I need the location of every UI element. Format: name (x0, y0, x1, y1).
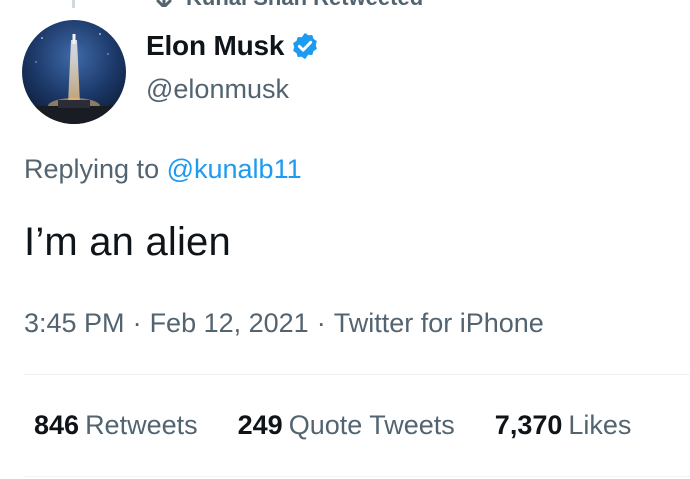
tweet-time[interactable]: 3:45 PM (24, 308, 125, 338)
quote-tweets-label: Quote Tweets (288, 410, 455, 440)
divider (24, 476, 690, 477)
author-handle[interactable]: @elonmusk (146, 74, 289, 105)
retweet-context-label: Kunal Shah Retweeted (186, 0, 423, 11)
tweet-date[interactable]: Feb 12, 2021 (150, 308, 309, 338)
author-display-name[interactable]: Elon Musk (146, 30, 284, 62)
likes-stat[interactable]: 7,370 Likes (495, 410, 632, 441)
replying-to-prefix: Replying to (24, 154, 167, 184)
divider (24, 374, 690, 375)
avatar[interactable] (22, 20, 126, 124)
retweets-stat[interactable]: 846 Retweets (34, 410, 198, 441)
quote-tweets-stat[interactable]: 249 Quote Tweets (238, 410, 455, 441)
retweets-count: 846 (34, 410, 80, 440)
author-name-row[interactable]: Elon Musk (146, 30, 320, 62)
retweets-label: Retweets (85, 410, 198, 440)
tweet-meta: 3:45 PM · Feb 12, 2021 · Twitter for iPhone (24, 308, 544, 339)
reply-mention-link[interactable]: @kunalb11 (167, 154, 302, 184)
tweet-text: I’m an alien (24, 220, 231, 264)
tweet-stats: 846 Retweets 249 Quote Tweets 7,370 Likes (34, 410, 671, 441)
retweet-icon (140, 0, 174, 13)
retweet-context[interactable]: Kunal Shah Retweeted (140, 0, 423, 10)
meta-separator: · (316, 308, 326, 338)
verified-badge-icon (290, 31, 320, 61)
meta-separator: · (132, 308, 142, 338)
thread-connector-line (72, 0, 75, 8)
likes-label: Likes (568, 410, 632, 440)
tweet-detail: Kunal Shah Retweeted (0, 0, 690, 479)
replying-to: Replying to @kunalb11 (24, 154, 302, 185)
tweet-source[interactable]: Twitter for iPhone (334, 308, 544, 338)
likes-count: 7,370 (494, 410, 563, 440)
rocket-launch-avatar (22, 20, 126, 124)
quote-tweets-count: 249 (237, 410, 283, 440)
